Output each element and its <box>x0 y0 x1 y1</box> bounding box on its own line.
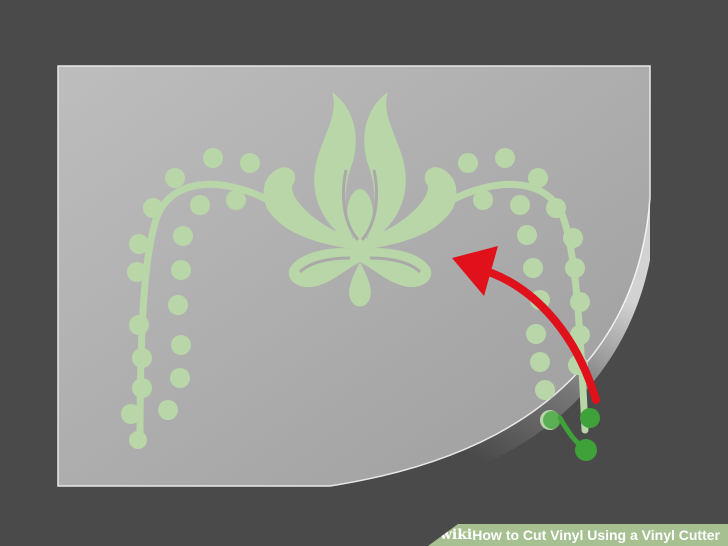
peeled-vinyl-piece <box>543 408 600 461</box>
watermark-how: How <box>472 527 502 543</box>
watermark-title: to Cut Vinyl Using a Vinyl Cutter <box>505 527 720 543</box>
illustration <box>57 65 651 487</box>
wikihow-watermark: wiki How to Cut Vinyl Using a Vinyl Cutter <box>428 524 728 546</box>
